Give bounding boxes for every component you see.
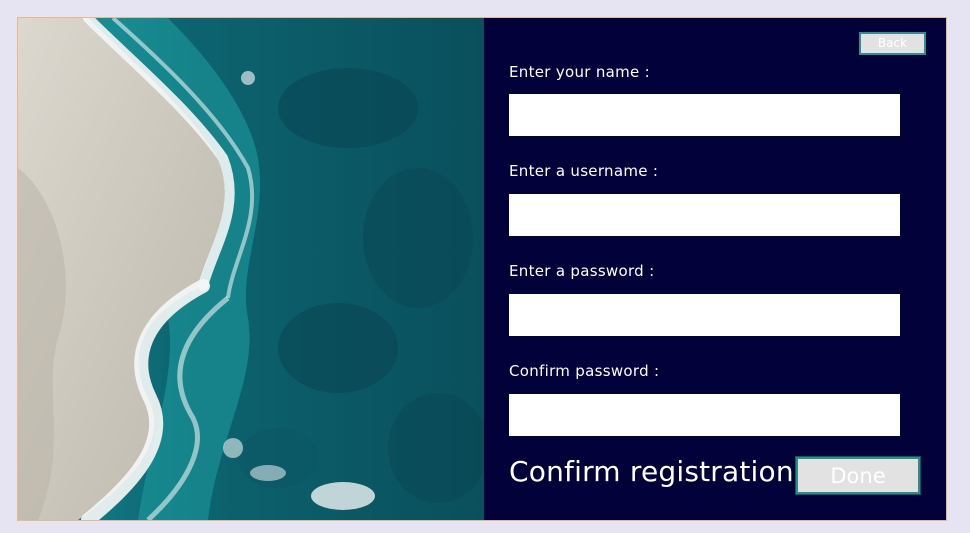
registration-window: Back Enter your name : Enter a username …: [17, 17, 947, 521]
confirm-registration-title: Confirm registration: [509, 455, 794, 488]
back-button[interactable]: Back: [859, 32, 926, 55]
confirm-password-input[interactable]: [509, 394, 900, 436]
name-label: Enter your name :: [509, 63, 650, 81]
confirm-password-label: Confirm password :: [509, 362, 660, 380]
username-label: Enter a username :: [509, 162, 659, 180]
password-label: Enter a password :: [509, 262, 655, 280]
password-input[interactable]: [509, 294, 900, 336]
name-input[interactable]: [509, 94, 900, 136]
username-input[interactable]: [509, 194, 900, 236]
beach-aerial-image: [18, 18, 484, 520]
beach-illustration: [18, 18, 484, 520]
done-button[interactable]: Done: [795, 456, 921, 495]
registration-form: Back Enter your name : Enter a username …: [484, 18, 946, 520]
